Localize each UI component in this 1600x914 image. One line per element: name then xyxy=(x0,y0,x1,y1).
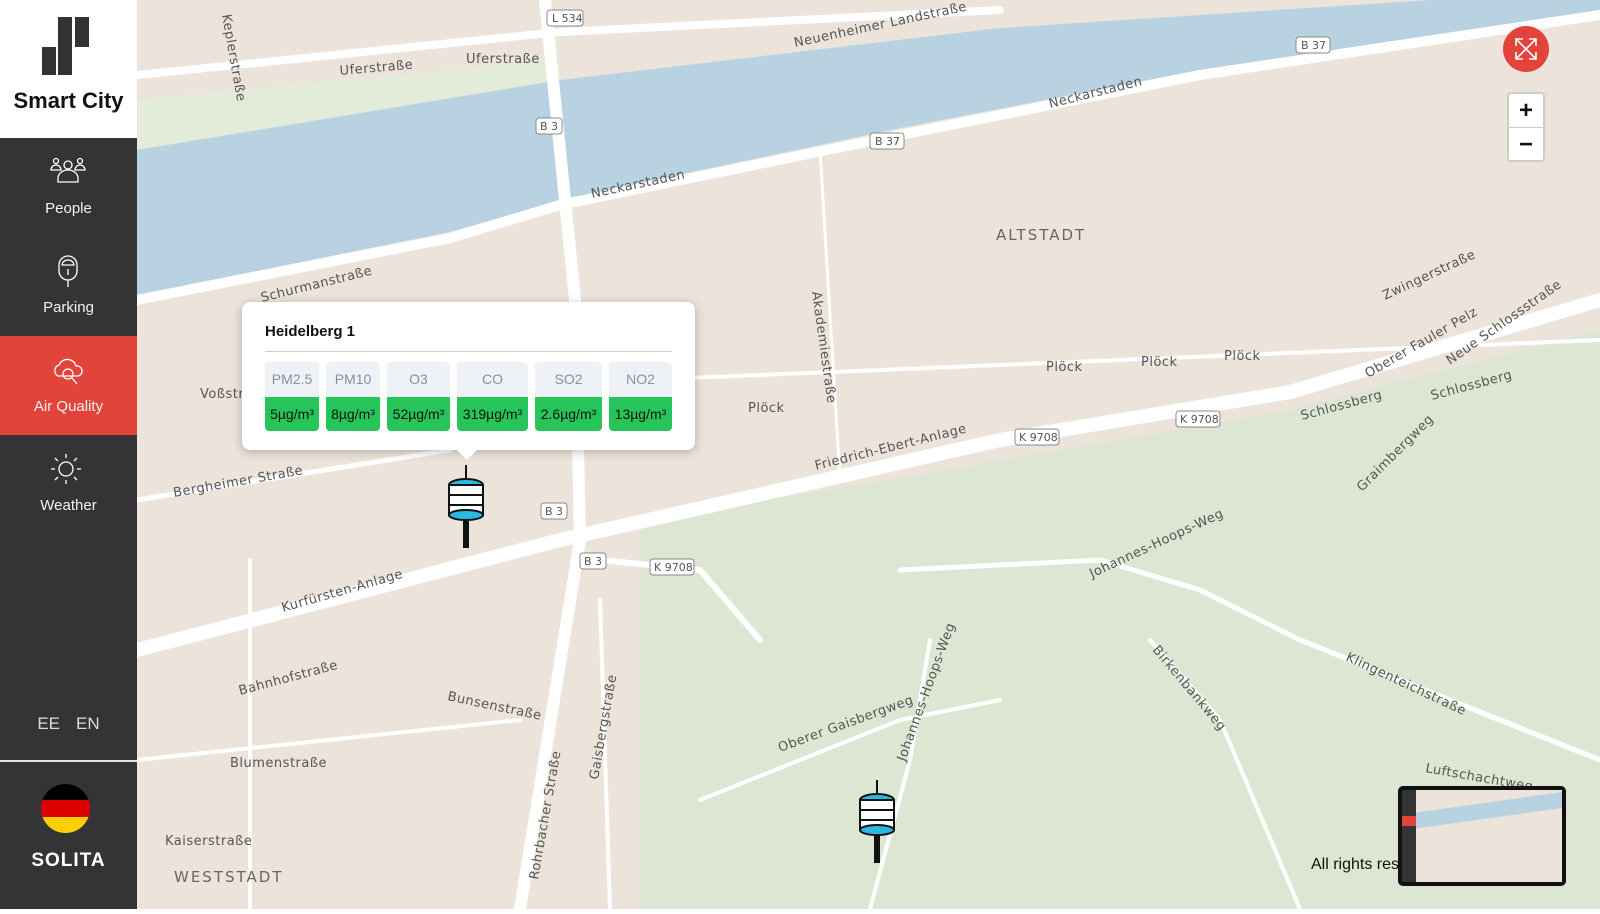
svg-text:Zwingerstraße: Zwingerstraße xyxy=(1380,247,1478,303)
measurement-value: 5µg/m³ xyxy=(265,397,319,431)
measurement-key: PM10 xyxy=(326,362,380,397)
language-switcher: EE EN xyxy=(0,714,137,734)
germany-flag-icon[interactable] xyxy=(41,784,90,833)
measurement-value: 13µg/m³ xyxy=(609,397,672,431)
divider xyxy=(265,351,672,352)
sidebar-item-air-quality[interactable]: Air Quality xyxy=(0,336,137,435)
measurement-key: O3 xyxy=(387,362,450,397)
sidebar-item-parking[interactable]: Parking xyxy=(0,237,137,336)
map[interactable]: Neuenheimer Landstraße Uferstraße Uferst… xyxy=(0,0,1600,914)
zoom-in-button[interactable]: + xyxy=(1509,94,1543,127)
sidebar-item-label: Air Quality xyxy=(33,398,104,415)
svg-text:K 9708: K 9708 xyxy=(1180,413,1219,426)
sidebar-item-label: Weather xyxy=(40,497,97,514)
attribution: All rights res xyxy=(1311,856,1400,873)
people-icon xyxy=(50,157,86,183)
measurements: PM2.5 5µg/m³ PM10 8µg/m³ O3 52µg/m³ CO 319µg… xyxy=(265,362,672,431)
app-title: Smart City xyxy=(13,88,124,113)
logo-icon xyxy=(42,17,89,75)
expand-icon xyxy=(1515,38,1537,60)
language-ee[interactable]: EE xyxy=(37,714,60,733)
svg-text:ALTSTADT: ALTSTADT xyxy=(996,226,1086,244)
measurement-value: 8µg/m³ xyxy=(326,397,380,431)
measurement-o3: O3 52µg/m³ xyxy=(387,362,450,431)
measurement-key: SO2 xyxy=(535,362,602,397)
minimap-thumbnail[interactable] xyxy=(1398,786,1566,886)
svg-text:B 37: B 37 xyxy=(875,135,900,148)
minimap-preview xyxy=(1402,790,1562,882)
fullscreen-button[interactable] xyxy=(1503,26,1549,72)
brand-logo: SOLITA xyxy=(31,850,106,871)
svg-text:Plöck: Plöck xyxy=(1141,355,1178,370)
svg-text:B 3: B 3 xyxy=(540,120,558,133)
svg-text:Kaiserstraße: Kaiserstraße xyxy=(165,834,252,849)
svg-text:L 534: L 534 xyxy=(552,12,583,25)
zoom-out-button[interactable]: − xyxy=(1509,127,1543,161)
sidebar-item-label: People xyxy=(45,200,92,217)
measurement-no2: NO2 13µg/m³ xyxy=(609,362,672,431)
svg-text:Uferstraße: Uferstraße xyxy=(466,52,540,67)
sidebar-item-people[interactable]: People xyxy=(0,138,137,237)
svg-text:Blumenstraße: Blumenstraße xyxy=(230,756,327,771)
sun-icon xyxy=(51,454,81,484)
measurement-value: 2.6µg/m³ xyxy=(535,397,602,431)
sidebar-item-weather[interactable]: Weather xyxy=(0,435,137,534)
measurement-key: CO xyxy=(457,362,528,397)
logo: Smart City xyxy=(0,0,137,138)
measurement-value: 52µg/m³ xyxy=(387,397,450,431)
sensor-marker-icon[interactable] xyxy=(448,465,484,548)
cloud-search-icon xyxy=(54,358,83,385)
measurement-pm25: PM2.5 5µg/m³ xyxy=(265,362,319,431)
zoom-control: + − xyxy=(1507,92,1545,162)
measurement-value: 319µg/m³ xyxy=(457,397,528,431)
svg-text:K 9708: K 9708 xyxy=(654,561,693,574)
sensor-popup: Heidelberg 1 PM2.5 5µg/m³ PM10 8µg/m³ O3 52… xyxy=(242,302,695,460)
map-canvas[interactable]: Neuenheimer Landstraße Uferstraße Uferst… xyxy=(0,0,1600,914)
sidebar-item-label: Parking xyxy=(43,299,94,316)
svg-text:Bahnhofstraße: Bahnhofstraße xyxy=(237,658,339,699)
parking-meter-icon xyxy=(58,255,78,287)
svg-text:WESTSTADT: WESTSTADT xyxy=(174,868,284,886)
language-en[interactable]: EN xyxy=(76,714,100,733)
svg-text:B 3: B 3 xyxy=(584,555,602,568)
svg-text:Plöck: Plöck xyxy=(748,401,785,416)
svg-text:Plöck: Plöck xyxy=(1046,360,1083,375)
svg-text:Bunsenstraße: Bunsenstraße xyxy=(446,689,543,724)
measurement-so2: SO2 2.6µg/m³ xyxy=(535,362,602,431)
svg-text:Keplerstraße: Keplerstraße xyxy=(218,13,248,103)
svg-text:B 37: B 37 xyxy=(1301,39,1326,52)
measurement-co: CO 319µg/m³ xyxy=(457,362,528,431)
svg-text:Akademiestraße: Akademiestraße xyxy=(808,290,839,404)
svg-text:Gaisbergstraße: Gaisbergstraße xyxy=(587,673,620,780)
sidebar: Smart City People Parking Air Quality We… xyxy=(0,0,137,909)
measurement-key: NO2 xyxy=(609,362,672,397)
svg-text:Bergheimer Straße: Bergheimer Straße xyxy=(172,463,304,501)
measurement-key: PM2.5 xyxy=(265,362,319,397)
svg-text:K 9708: K 9708 xyxy=(1019,431,1058,444)
measurement-pm10: PM10 8µg/m³ xyxy=(326,362,380,431)
popup-title: Heidelberg 1 xyxy=(265,323,356,340)
svg-text:Plöck: Plöck xyxy=(1224,349,1261,364)
svg-text:B 3: B 3 xyxy=(545,505,563,518)
divider xyxy=(0,760,137,762)
